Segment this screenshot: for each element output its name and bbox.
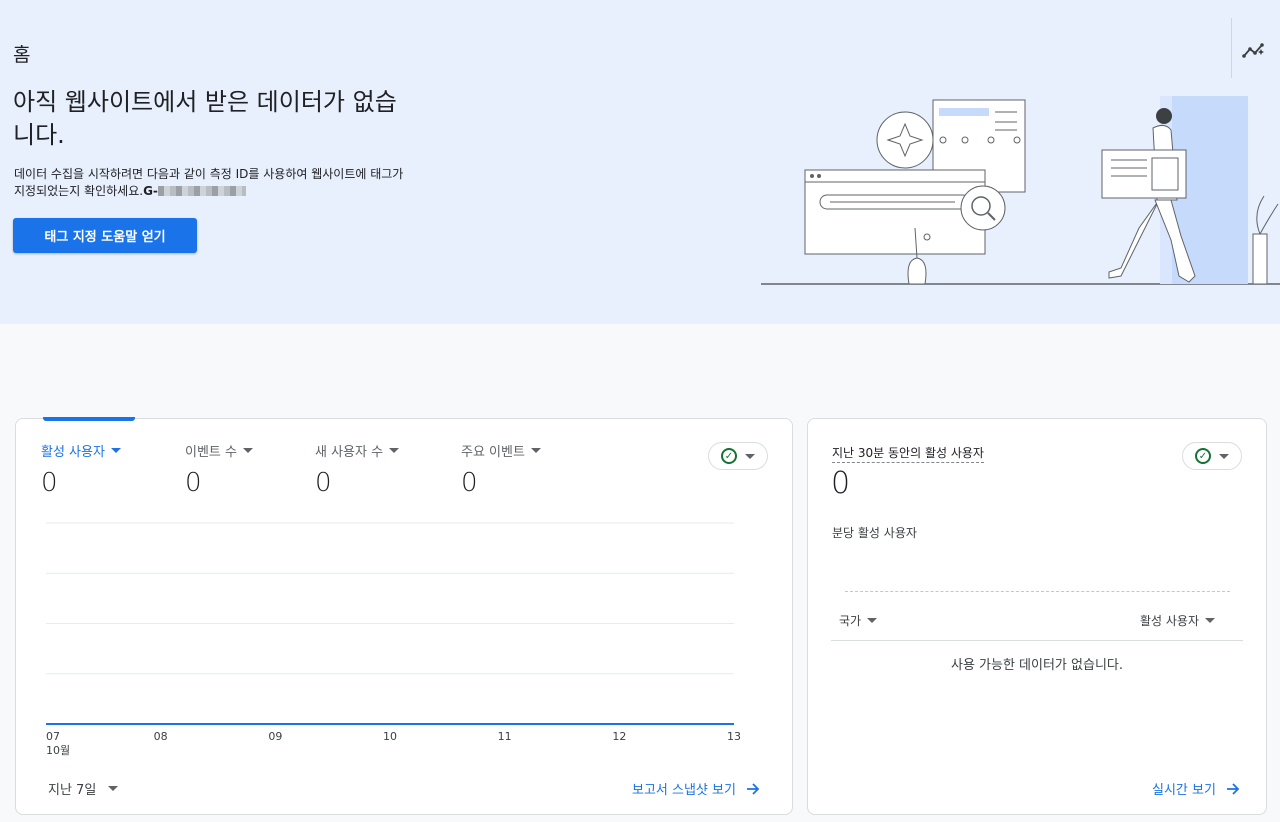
column-country-header[interactable]: 국가 — [839, 612, 878, 629]
caret-down-icon — [745, 453, 755, 459]
metric-active-users[interactable]: 활성 사용자 0 — [41, 441, 121, 498]
tagging-description: 데이터 수집을 시작하려면 다음과 같이 측정 ID를 사용하여 웹사이트에 태… — [14, 166, 414, 200]
measurement-id: G- — [143, 184, 158, 198]
caret-down-icon — [1219, 453, 1229, 459]
realtime-status-chip[interactable]: ✓ — [1182, 442, 1242, 470]
x-tick-label: 10 — [383, 730, 397, 743]
column-label: 활성 사용자 — [1140, 614, 1200, 628]
caret-down-icon — [242, 448, 253, 453]
realtime-subtitle: 분당 활성 사용자 — [832, 526, 917, 540]
metric-label: 활성 사용자 — [41, 445, 105, 460]
header-divider — [1231, 18, 1232, 78]
metric-label: 이벤트 수 — [185, 445, 237, 460]
link-label: 보고서 스냅샷 보기 — [632, 783, 736, 798]
column-label: 국가 — [839, 614, 862, 628]
get-tagging-help-button[interactable]: 태그 지정 도움말 얻기 — [13, 218, 197, 253]
no-data-headline: 아직 웹사이트에서 받은 데이터가 없습니다. — [13, 88, 397, 149]
insights-sparkle-icon — [1242, 43, 1264, 58]
table-divider — [831, 640, 1243, 641]
metric-new-users[interactable]: 새 사용자 수 0 — [315, 441, 400, 498]
caret-down-icon — [1205, 618, 1216, 623]
arrow-right-icon — [1226, 782, 1240, 795]
x-tick-label: 12 — [612, 730, 627, 743]
x-tick-label: 13 — [727, 730, 741, 743]
line-chart — [46, 522, 734, 725]
caret-down-icon — [108, 786, 119, 791]
metric-event-count[interactable]: 이벤트 수 0 — [185, 441, 253, 498]
page-title: 홈 — [13, 44, 31, 66]
check-circle-icon: ✓ — [1195, 448, 1211, 464]
check-circle-icon: ✓ — [721, 448, 737, 464]
illustration — [761, 96, 1280, 285]
date-range-label: 지난 7일 — [48, 783, 97, 798]
arrow-right-icon — [746, 782, 760, 795]
x-tick-label: 09 — [268, 730, 283, 743]
view-realtime-link[interactable]: 실시간 보기 — [1152, 779, 1240, 798]
metric-value: 0 — [185, 468, 202, 498]
metric-value: 0 — [315, 468, 332, 498]
comparison-status-chip[interactable]: ✓ — [708, 442, 768, 470]
column-users-header[interactable]: 활성 사용자 — [1140, 612, 1216, 629]
no-data-message: 사용 가능한 데이터가 없습니다. — [950, 658, 1123, 673]
x-month-label: 10월 — [46, 744, 71, 757]
insights-button[interactable] — [1238, 36, 1270, 64]
caret-down-icon — [389, 448, 400, 453]
per-minute-baseline — [845, 591, 1230, 592]
metric-label: 새 사용자 수 — [315, 445, 384, 460]
realtime-value: 0 — [831, 466, 851, 501]
active-metric-indicator — [43, 417, 135, 421]
metric-value: 0 — [461, 468, 478, 498]
realtime-title: 지난 30분 동안의 활성 사용자 — [832, 444, 984, 463]
caret-down-icon — [110, 448, 121, 453]
metric-key-events[interactable]: 주요 이벤트 0 — [461, 441, 541, 498]
x-tick-label: 08 — [153, 730, 168, 743]
redacted-id-mask — [157, 186, 246, 196]
metric-value: 0 — [41, 468, 58, 498]
metric-label: 주요 이벤트 — [461, 445, 525, 460]
link-label: 실시간 보기 — [1152, 783, 1216, 798]
date-range-selector[interactable]: 지난 7일 — [48, 779, 119, 798]
caret-down-icon — [867, 618, 878, 623]
view-report-snapshot-link[interactable]: 보고서 스냅샷 보기 — [632, 779, 760, 798]
x-tick-label: 11 — [497, 730, 512, 743]
caret-down-icon — [530, 448, 541, 453]
